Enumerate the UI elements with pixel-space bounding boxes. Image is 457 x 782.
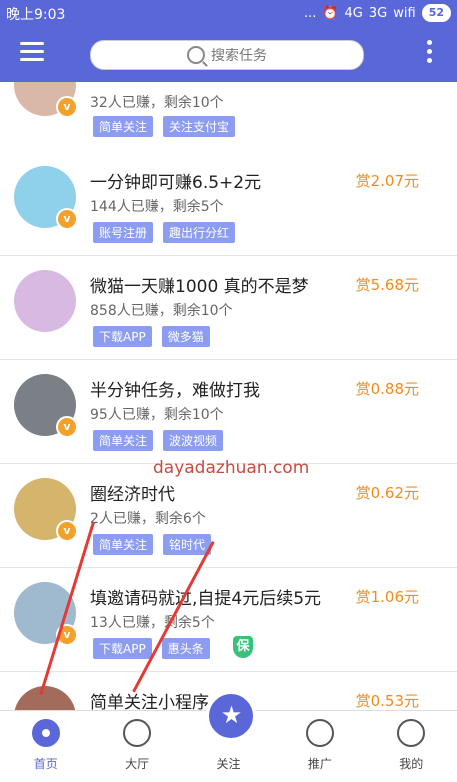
avatar — [14, 686, 76, 710]
search-input[interactable]: 搜索任务 — [90, 40, 364, 70]
more-notification-icon: ... — [303, 5, 317, 21]
task-tag: 惠头条 — [161, 638, 210, 659]
task-tag: 微多猫 — [161, 326, 210, 347]
vip-badge-icon: v — [56, 416, 78, 438]
task-title: 半分钟任务，难做打我 — [90, 381, 260, 401]
app-bar: 搜索任务 — [0, 26, 457, 82]
wifi-icon: wifi — [393, 5, 416, 21]
task-meta: 858人已赚，剩余10个 — [90, 303, 233, 319]
task-item[interactable]: v 半分钟任务，难做打我 95人已赚，剩余10个 简单关注 波波视频 赏0.88… — [0, 360, 457, 464]
task-tag: 关注支付宝 — [163, 116, 236, 137]
watermark-text: dayadazhuan.com — [153, 458, 310, 478]
status-icons: ... ⏰ 4G 3G wifi 52 — [304, 4, 451, 22]
signal-4g-icon: 4G — [344, 5, 363, 21]
vip-badge-icon: v — [56, 520, 78, 542]
search-icon — [187, 46, 205, 64]
task-tag: 波波视频 — [163, 430, 224, 451]
task-reward: 赏5.68元 — [355, 276, 419, 294]
alarm-icon: ⏰ — [322, 5, 339, 21]
task-tag: 下载APP — [93, 638, 152, 659]
avatar — [14, 270, 76, 332]
star-icon: ★ — [206, 691, 257, 741]
task-tags: 简单关注 铭时代 — [93, 534, 212, 555]
compass-icon — [305, 719, 334, 747]
task-list: v 32人已赚，剩余10个 简单关注 关注支付宝 v 一分钟即可赚6.5+2元 … — [0, 82, 457, 710]
search-placeholder: 搜索任务 — [211, 48, 267, 64]
tab-home[interactable]: 首页 — [0, 711, 91, 782]
avatar: v — [14, 478, 78, 542]
shield-icon: 保 — [233, 636, 253, 658]
status-bar: 晚上9:03 ... ⏰ 4G 3G wifi 52 — [0, 0, 457, 26]
tab-label: 推广 — [307, 757, 332, 771]
avatar: v — [14, 166, 78, 230]
task-tag: 简单关注 — [93, 534, 154, 555]
task-tag: 简单关注 — [93, 116, 154, 137]
tab-hall[interactable]: 大厅 — [91, 711, 182, 782]
task-item[interactable]: v 圈经济时代 2人已赚，剩余6个 简单关注 铭时代 赏0.62元 — [0, 464, 457, 568]
task-title: 填邀请码就过,自提4元后续5元 — [90, 589, 322, 609]
task-title: 圈经济时代 — [90, 485, 175, 505]
menu-icon[interactable] — [20, 42, 44, 62]
task-tags: 简单关注 关注支付宝 — [93, 116, 236, 137]
task-meta: 13人已赚，剩余5个 — [90, 615, 215, 631]
tab-label: 首页 — [33, 757, 58, 771]
user-icon — [397, 719, 426, 747]
task-reward: 赏1.06元 — [355, 588, 419, 606]
task-item[interactable]: 微猫一天赚1000 真的不是梦 858人已赚，剩余10个 下载APP 微多猫 赏… — [0, 256, 457, 360]
status-time: 晚上9:03 — [6, 7, 66, 23]
task-title: 微猫一天赚1000 真的不是梦 — [90, 277, 309, 297]
more-options-icon[interactable] — [427, 40, 433, 67]
task-tags: 简单关注 波波视频 — [93, 430, 224, 451]
task-tag: 铭时代 — [163, 534, 212, 555]
task-meta: 144人已赚，剩余5个 — [90, 199, 224, 215]
home-icon — [31, 719, 60, 747]
task-item[interactable]: v 填邀请码就过,自提4元后续5元 13人已赚，剩余5个 下载APP 惠头条 保… — [0, 568, 457, 672]
task-meta: 95人已赚，剩余10个 — [90, 407, 224, 423]
task-meta: 32人已赚，剩余10个 — [90, 95, 224, 111]
task-tag: 账号注册 — [93, 222, 154, 243]
task-reward: 赏2.07元 — [355, 172, 419, 190]
task-reward: 赏0.88元 — [355, 380, 419, 398]
tab-follow[interactable]: ★ 关注 — [183, 691, 274, 782]
task-tag: 趣出行分红 — [163, 222, 236, 243]
task-reward: 赏0.62元 — [355, 484, 419, 502]
avatar: v — [14, 82, 78, 118]
task-item[interactable]: v 一分钟即可赚6.5+2元 144人已赚，剩余5个 账号注册 趣出行分红 赏2… — [0, 152, 457, 256]
task-tags: 账号注册 趣出行分红 — [93, 222, 236, 243]
task-tags: 下载APP 微多猫 — [93, 326, 210, 347]
tab-label: 大厅 — [125, 757, 150, 771]
task-tag: 简单关注 — [93, 430, 154, 451]
task-meta: 2人已赚，剩余6个 — [90, 511, 206, 527]
tab-label: 关注 — [216, 757, 241, 771]
tab-label: 我的 — [399, 757, 424, 771]
bottom-nav: 首页 大厅 ★ 关注 推广 我的 — [0, 691, 457, 782]
task-item[interactable]: v 32人已赚，剩余10个 简单关注 关注支付宝 — [0, 82, 457, 153]
task-reward: 赏0.53元 — [355, 692, 419, 710]
signal-3g-icon: 3G — [368, 5, 388, 21]
task-title: 一分钟即可赚6.5+2元 — [90, 173, 262, 193]
task-tag: 下载APP — [93, 326, 152, 347]
vip-badge-icon: v — [56, 208, 78, 230]
task-title: 简单关注小程序 — [90, 693, 209, 710]
tab-promote[interactable]: 推广 — [274, 711, 365, 782]
battery-icon: 52 — [421, 4, 451, 22]
touch-icon — [123, 719, 152, 747]
tab-mine[interactable]: 我的 — [366, 711, 457, 782]
avatar: v — [14, 374, 78, 438]
vip-badge-icon: v — [56, 96, 78, 118]
